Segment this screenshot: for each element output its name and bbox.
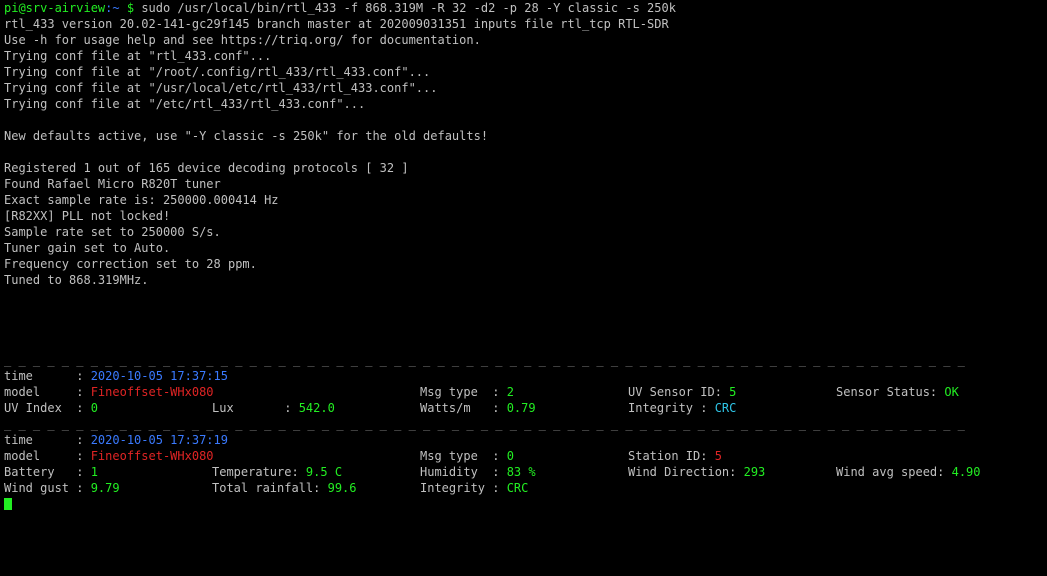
- prompt-symbol: $: [126, 1, 135, 15]
- integrity-value: CRC: [714, 401, 737, 415]
- watts-value: 0.79: [506, 401, 536, 415]
- battery-value: 1: [90, 465, 98, 479]
- msg2-model-row: model : Fineoffset-WHx080 Msg type : 0 S…: [4, 448, 1047, 464]
- msg1-time-row: time : 2020-10-05 17:37:15: [4, 368, 1047, 384]
- humidity-label: Humidity :: [420, 465, 507, 479]
- log-line: Registered 1 out of 165 device decoding …: [4, 161, 409, 175]
- msgtype-label: Msg type :: [420, 385, 507, 399]
- wind-avg-speed-value: 4.90: [951, 465, 981, 479]
- cursor-line: [4, 496, 1047, 512]
- uv-sensor-id-value: 5: [729, 385, 737, 399]
- battery-label: Battery :: [4, 465, 91, 479]
- msg1-model-row: model : Fineoffset-WHx080 Msg type : 2 U…: [4, 384, 1047, 400]
- log-line: Trying conf file at "/usr/local/etc/rtl_…: [4, 81, 438, 95]
- uv-sensor-id-label: UV Sensor ID:: [628, 385, 730, 399]
- command-prompt-line: pi@srv-airview:~ $ sudo /usr/local/bin/r…: [4, 0, 1047, 16]
- station-id-label: Station ID:: [628, 449, 715, 463]
- msg2-time-row: time : 2020-10-05 17:37:19: [4, 432, 1047, 448]
- log-line: Tuner gain set to Auto.: [4, 241, 171, 255]
- log-line: Tuned to 868.319MHz.: [4, 273, 149, 287]
- model-value: Fineoffset-WHx080: [90, 449, 214, 463]
- log-line: rtl_433 version 20.02-141-gc29f145 branc…: [4, 17, 669, 31]
- time-value: 2020-10-05 17:37:15: [90, 369, 228, 383]
- wind-gust-value: 9.79: [90, 481, 120, 495]
- log-line: [R82XX] PLL not locked!: [4, 209, 171, 223]
- station-id-value: 5: [714, 449, 722, 463]
- wind-gust-label: Wind gust :: [4, 481, 91, 495]
- time-value: 2020-10-05 17:37:19: [90, 433, 228, 447]
- temperature-value: 9.5 C: [305, 465, 343, 479]
- watts-label: Watts/m :: [420, 401, 507, 415]
- prompt-path: :~: [105, 1, 120, 15]
- humidity-value: 83 %: [506, 465, 536, 479]
- log-line: Found Rafael Micro R820T tuner: [4, 177, 221, 191]
- time-label: time :: [4, 433, 91, 447]
- time-label: time :: [4, 369, 91, 383]
- msgtype-value: 2: [506, 385, 514, 399]
- integrity-value: CRC: [506, 481, 529, 495]
- model-label: model :: [4, 449, 91, 463]
- wind-direction-value: 293: [743, 465, 766, 479]
- log-line: Sample rate set to 250000 S/s.: [4, 225, 221, 239]
- msg1-uv-row: UV Index : 0 Lux : 542.0 Watts/m : 0.79 …: [4, 400, 1047, 416]
- separator-line: _ _ _ _ _ _ _ _ _ _ _ _ _ _ _ _ _ _ _ _ …: [4, 417, 965, 431]
- uv-index-value: 0: [90, 401, 98, 415]
- prompt-user-host: pi@srv-airview: [4, 1, 106, 15]
- msg2-battery-row: Battery : 1 Temperature: 9.5 C Humidity …: [4, 464, 1047, 480]
- model-label: model :: [4, 385, 91, 399]
- integrity-label: Integrity :: [628, 401, 715, 415]
- integrity-label: Integrity :: [420, 481, 507, 495]
- total-rainfall-label: Total rainfall:: [212, 481, 328, 495]
- log-line: New defaults active, use "-Y classic -s …: [4, 129, 489, 143]
- msg2-gust-row: Wind gust : 9.79 Total rainfall: 99.6 In…: [4, 480, 1047, 496]
- lux-value: 542.0: [298, 401, 335, 415]
- msgtype-value: 0: [506, 449, 514, 463]
- wind-avg-speed-label: Wind avg speed:: [836, 465, 952, 479]
- msgtype-label: Msg type :: [420, 449, 507, 463]
- command-text: sudo /usr/local/bin/rtl_433 -f 868.319M …: [141, 1, 676, 15]
- separator-line: _ _ _ _ _ _ _ _ _ _ _ _ _ _ _ _ _ _ _ _ …: [4, 353, 965, 367]
- log-line: Exact sample rate is: 250000.000414 Hz: [4, 193, 279, 207]
- terminal-window[interactable]: pi@srv-airview:~ $ sudo /usr/local/bin/r…: [0, 0, 1047, 510]
- log-line: Trying conf file at "/etc/rtl_433/rtl_43…: [4, 97, 366, 111]
- temperature-label: Temperature:: [212, 465, 306, 479]
- sensor-status-label: Sensor Status:: [836, 385, 945, 399]
- log-line: Trying conf file at "/root/.config/rtl_4…: [4, 65, 431, 79]
- uv-index-label: UV Index :: [4, 401, 91, 415]
- log-line: Trying conf file at "rtl_433.conf"...: [4, 49, 272, 63]
- wind-direction-label: Wind Direction:: [628, 465, 744, 479]
- model-value: Fineoffset-WHx080: [90, 385, 214, 399]
- log-line: Use -h for usage help and see https://tr…: [4, 33, 481, 47]
- log-line: Frequency correction set to 28 ppm.: [4, 257, 257, 271]
- sensor-status-value: OK: [944, 385, 959, 399]
- total-rainfall-value: 99.6: [327, 481, 357, 495]
- lux-label: Lux :: [212, 401, 299, 415]
